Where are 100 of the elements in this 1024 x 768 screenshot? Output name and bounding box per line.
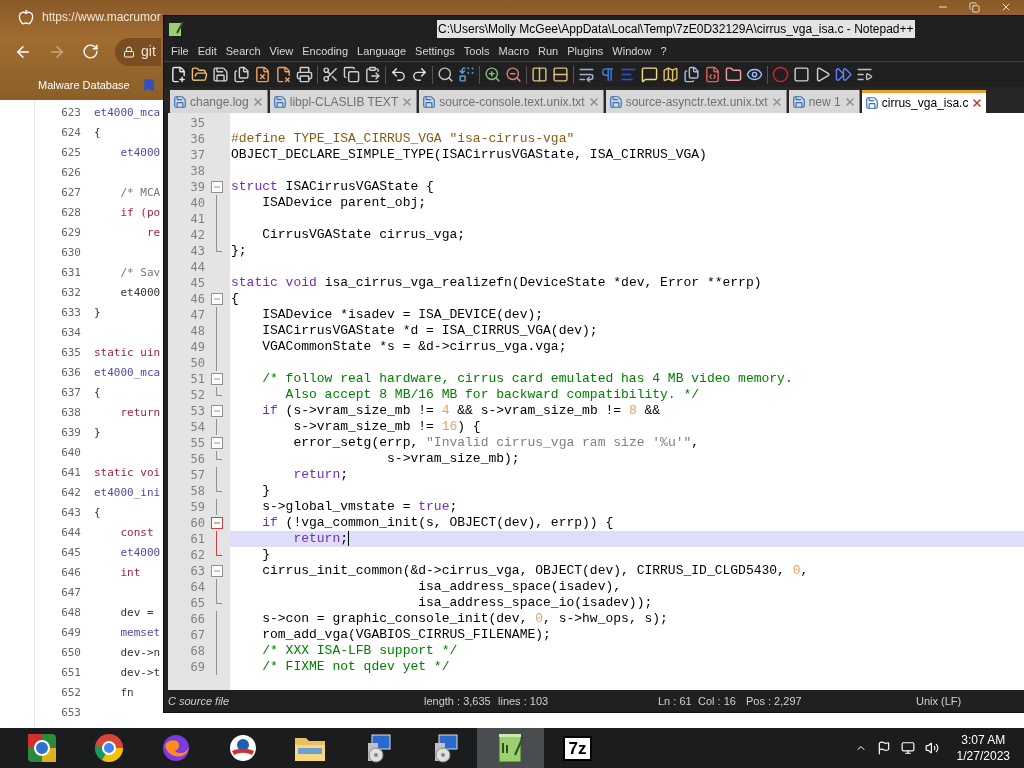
fold-marker-icon[interactable] <box>211 517 223 529</box>
split-vertical-icon[interactable] <box>531 66 548 83</box>
length-text: length : 3,635 <box>424 693 492 709</box>
fold-marker-icon[interactable] <box>211 565 223 577</box>
network-icon[interactable] <box>900 741 915 755</box>
line-number: 643 <box>60 504 81 521</box>
menu-item[interactable]: Macro <box>494 42 534 60</box>
save-all-icon[interactable] <box>233 66 250 83</box>
file-tab[interactable]: source-asynctr.text.unix.txt <box>605 90 787 113</box>
find-icon[interactable] <box>437 66 454 83</box>
clock-time[interactable]: 3:07 AM <box>961 732 1006 748</box>
paste-icon[interactable] <box>364 66 381 83</box>
save-macro-icon[interactable] <box>856 66 873 83</box>
print-icon[interactable] <box>296 66 313 83</box>
fold-marker-icon[interactable] <box>211 293 223 305</box>
line-number: 44 <box>189 259 206 275</box>
close-file-icon[interactable] <box>254 66 271 83</box>
fold-marker-icon[interactable] <box>211 405 223 417</box>
code-text: (!vga_common_init(s, OBJECT(dev), errp)) { <box>284 515 614 531</box>
code-text: ) { <box>457 419 481 435</box>
code-line: et4000_mca <box>94 104 161 121</box>
close-all-icon[interactable] <box>275 66 292 83</box>
file-tab[interactable]: libpl-CLASLIB TEXT <box>269 90 418 113</box>
clock-date[interactable]: 1/27/2023 <box>956 748 1010 764</box>
redo-icon[interactable] <box>411 66 428 83</box>
file-tab[interactable]: change.log <box>170 90 268 113</box>
menu-item[interactable]: Window <box>608 42 656 60</box>
wrap-icon[interactable] <box>578 66 595 83</box>
code-line: et4000_ini <box>94 484 161 501</box>
line-number: 648 <box>60 604 81 621</box>
bookmark-link[interactable]: Malware Database <box>38 76 130 94</box>
taskbar-button[interactable] <box>477 728 544 768</box>
fold-marker-icon[interactable] <box>211 437 223 449</box>
code-editor[interactable] <box>168 113 1024 690</box>
line-number: 50 <box>189 355 206 371</box>
zoom-in-icon[interactable] <box>484 66 501 83</box>
folder-icon[interactable] <box>191 66 208 83</box>
address-bar[interactable]: git <box>115 37 161 66</box>
stop-icon[interactable] <box>793 66 810 83</box>
tab-title[interactable]: https://www.macrumor <box>42 7 161 26</box>
menu-item[interactable]: Search <box>221 42 265 60</box>
menu-item[interactable]: Language <box>353 42 411 60</box>
documents-icon[interactable] <box>683 66 700 83</box>
speaker-icon[interactable] <box>924 741 939 755</box>
speech-bubble-icon[interactable] <box>641 66 658 83</box>
code-file-icon[interactable] <box>704 66 721 83</box>
pilcrow-icon[interactable] <box>599 66 616 83</box>
eye-icon[interactable] <box>746 66 763 83</box>
line-number: 58 <box>189 483 206 499</box>
line-number: 47 <box>189 307 206 323</box>
menu-item[interactable]: Edit <box>193 42 221 60</box>
code-text: }; <box>231 243 247 259</box>
flag-icon[interactable] <box>876 741 891 755</box>
copy-icon[interactable] <box>343 66 360 83</box>
close-icon[interactable] <box>1000 1 1012 13</box>
menu-item[interactable]: Plugins <box>563 42 608 60</box>
file-tab[interactable]: cirrus_vga_isa.c <box>861 90 987 113</box>
play-icon[interactable] <box>814 66 831 83</box>
taskbar-button[interactable]: 7z <box>544 728 611 768</box>
line-number: 56 <box>189 451 206 467</box>
column-position: Col : 16 <box>698 693 737 709</box>
code-text: error_setg(errp, <box>292 435 420 451</box>
code-text: s->con = graphic_console_init(dev, <box>261 611 529 627</box>
archive-app-icon: 7z <box>562 735 593 761</box>
zoom-out-icon[interactable] <box>505 66 522 83</box>
code-text: , <box>691 435 700 451</box>
restore-icon[interactable] <box>969 1 980 13</box>
code-line: et4000 <box>119 544 161 561</box>
code-line: return <box>119 404 161 421</box>
menu-item[interactable]: Tools <box>459 42 494 60</box>
code-text: && s->vram_size_mb != <box>456 403 623 419</box>
fold-marker-icon[interactable] <box>211 373 223 385</box>
cut-icon[interactable] <box>322 66 339 83</box>
record-icon[interactable] <box>772 66 789 83</box>
file-tab[interactable]: new 1 <box>788 90 860 113</box>
undo-icon[interactable] <box>390 66 407 83</box>
split-horizontal-icon[interactable] <box>552 66 569 83</box>
close-icon[interactable] <box>971 97 984 109</box>
code-text: struct <box>231 179 278 195</box>
menu-item[interactable]: Encoding <box>298 42 353 60</box>
code-text: ISADevice *isadev = ISA_DEVICE(dev); <box>261 307 544 323</box>
new-file-icon[interactable] <box>170 66 187 83</box>
reload-icon[interactable] <box>82 43 99 60</box>
menu-item[interactable]: View <box>265 42 298 60</box>
fast-forward-icon[interactable] <box>835 66 852 83</box>
menu-item[interactable]: Run <box>534 42 563 60</box>
map-icon[interactable] <box>662 66 679 83</box>
menu-item[interactable]: File <box>167 42 193 60</box>
menu-item[interactable]: ? <box>656 42 671 60</box>
save-icon[interactable] <box>212 66 229 83</box>
replace-icon[interactable] <box>458 66 475 83</box>
line-number: 46 <box>189 291 206 307</box>
code-text: s->global_vmstate = <box>261 499 412 515</box>
code-text: ; <box>340 531 349 547</box>
line-number: 59 <box>189 499 206 515</box>
fold-marker-icon[interactable] <box>211 181 223 193</box>
file-tab[interactable]: source-console.text.unix.txt <box>419 90 604 113</box>
code-text: return <box>292 467 341 483</box>
menu-item[interactable]: Settings <box>411 42 459 60</box>
folder-icon[interactable] <box>725 66 742 83</box>
